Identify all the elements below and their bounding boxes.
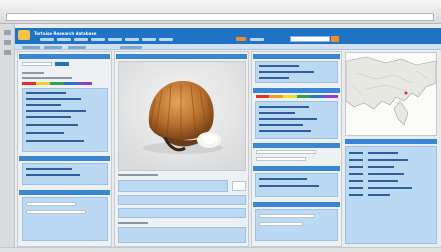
rc-field-2[interactable] (256, 157, 306, 161)
center-field-box-3[interactable] (118, 208, 246, 218)
left-bottom-field-2[interactable] (26, 210, 86, 214)
center-field-box-1[interactable] (118, 180, 228, 192)
rc-line-6 (259, 118, 317, 120)
center-field-box-4[interactable] (118, 227, 246, 243)
rc-line-7 (259, 124, 303, 126)
info-line-3 (26, 104, 61, 106)
browser-menu-bar (6, 4, 166, 19)
photo-caption (118, 174, 158, 176)
rc-field-4[interactable] (259, 222, 303, 226)
history-icon[interactable] (4, 50, 11, 55)
detail-key-4 (349, 173, 363, 175)
left-field-1[interactable] (22, 62, 52, 66)
detail-val-5 (368, 180, 398, 182)
rc-panel-header-3 (253, 143, 340, 148)
info-line-6 (26, 124, 78, 126)
rc-line-2 (259, 71, 314, 73)
nav-media[interactable] (108, 38, 122, 41)
rc-line-9 (259, 178, 307, 180)
detail-val-4 (368, 173, 404, 175)
detail-key-7 (349, 194, 363, 196)
detail-key-1 (349, 152, 363, 154)
address-bar[interactable] (6, 13, 434, 21)
detail-val-3 (368, 166, 394, 168)
detail-val-2 (368, 159, 408, 161)
left-bottom-field-1[interactable] (26, 202, 76, 206)
tb-item-1[interactable] (22, 45, 40, 49)
search-input[interactable] (290, 36, 330, 42)
rc-line-4 (259, 106, 309, 108)
rc-panel-header-2 (253, 88, 340, 93)
left-text-2 (22, 77, 72, 79)
center-label-4 (118, 222, 148, 224)
rc-line-10 (259, 185, 319, 187)
center-panel-header (116, 54, 247, 59)
detail-key-3 (349, 166, 363, 168)
nav-admin[interactable] (236, 37, 246, 41)
detail-val-7 (368, 194, 390, 196)
bookmark-icon[interactable] (4, 40, 11, 45)
info-line-8 (26, 140, 84, 142)
detail-val-1 (368, 152, 398, 154)
detail-val-6 (368, 187, 412, 189)
nav-maps[interactable] (142, 38, 156, 41)
left-go-button[interactable] (55, 62, 69, 66)
center-field-box-2[interactable] (118, 195, 246, 205)
logo-icon (18, 30, 30, 40)
nav-home[interactable] (40, 38, 54, 41)
left-panel-header-3 (19, 190, 110, 195)
rc-color-bar (256, 95, 338, 98)
nav-export[interactable] (159, 38, 173, 41)
detail-key-6 (349, 187, 363, 189)
map-image (346, 53, 436, 135)
rc-line-5 (259, 112, 295, 114)
home-icon[interactable] (4, 30, 11, 35)
details-header (345, 139, 437, 144)
app-title: Tortoise Research database (34, 31, 97, 36)
rc-line-3 (259, 77, 289, 79)
rc-field-3[interactable] (259, 214, 315, 218)
list-item-1[interactable] (26, 168, 72, 170)
left-panel-header (19, 54, 110, 59)
tb-item-3[interactable] (68, 45, 86, 49)
nav-records[interactable] (91, 38, 105, 41)
status-bar (0, 247, 441, 252)
scallop-shell-image (119, 62, 245, 170)
nav-taxa[interactable] (125, 38, 139, 41)
rc-panel-header-1 (253, 54, 340, 59)
list-item-2[interactable] (26, 174, 80, 176)
location-map[interactable] (345, 52, 437, 136)
nav-search[interactable] (57, 38, 71, 41)
rc-line-8 (259, 130, 311, 132)
rc-field-1[interactable] (256, 150, 316, 154)
info-line-2 (26, 98, 81, 100)
color-legend-bar (22, 82, 92, 85)
center-button-1[interactable] (232, 181, 246, 191)
left-text-1 (22, 72, 44, 74)
nav-help[interactable] (250, 38, 264, 41)
detail-key-2 (349, 159, 363, 161)
rc-panel-header-4 (253, 166, 340, 171)
nav-browse[interactable] (74, 38, 88, 41)
rc-line-1 (259, 65, 299, 67)
info-line-4 (26, 110, 86, 112)
info-line-1 (26, 92, 66, 94)
specimen-photo[interactable] (118, 61, 246, 171)
tb-item-2[interactable] (44, 45, 62, 49)
info-line-5 (26, 116, 71, 118)
info-line-7 (26, 132, 64, 134)
left-panel-header-2 (19, 156, 110, 161)
detail-key-5 (349, 180, 363, 182)
search-button[interactable] (331, 36, 339, 42)
tb-item-4[interactable] (120, 45, 142, 49)
rc-panel-header-5 (253, 202, 340, 207)
left-gutter (0, 24, 15, 252)
